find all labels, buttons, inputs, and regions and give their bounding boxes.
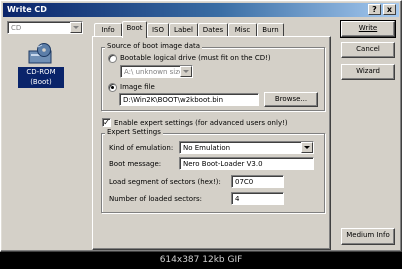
tab-info[interactable]: Info (94, 23, 122, 37)
drive-select-value: CD (11, 24, 22, 32)
emulation-label: Kind of emulation: (109, 144, 174, 152)
title-bar: Write CD ? x (3, 3, 399, 17)
loaded-sectors-label: Number of loaded sectors: (109, 195, 202, 203)
tab-burn[interactable]: Burn (257, 23, 284, 37)
boot-message-field[interactable]: Nero Boot-Loader V3.0 (179, 157, 314, 170)
image-path-field[interactable]: D:\Win2K\BOOT\w2kboot.bin (119, 93, 259, 106)
boot-message-label: Boot message: (109, 160, 162, 168)
chevron-down-icon[interactable] (301, 142, 313, 153)
emulation-value: No Emulation (183, 144, 231, 152)
emulation-select[interactable]: No Emulation (179, 141, 314, 154)
drive-combo-value: A:\ unknown size (124, 68, 184, 76)
device-label: CD-ROM (Boot) (18, 67, 64, 88)
radio-bootable-drive[interactable] (108, 54, 117, 63)
tab-label[interactable]: Label (169, 23, 198, 37)
medium-info-button[interactable]: Medium Info (341, 228, 395, 245)
drive-select[interactable]: CD (7, 21, 83, 34)
device-item[interactable]: CD-ROM (Boot) (18, 43, 74, 91)
image-file-label: Image file (120, 83, 155, 91)
loaded-sectors-field[interactable]: 4 (231, 192, 284, 205)
boot-message-value: Nero Boot-Loader V3.0 (183, 160, 263, 168)
image-path-value: D:\Win2K\BOOT\w2kboot.bin (123, 96, 224, 104)
cd-drive-icon (28, 43, 54, 65)
bootable-drive-label: Bootable logical drive (must fit on the … (120, 54, 271, 62)
radio-image-file[interactable] (108, 83, 117, 92)
tab-dates[interactable]: Dates (198, 23, 228, 37)
close-button[interactable]: x (383, 4, 396, 15)
image-caption: 614x387 12kb GIF (0, 252, 402, 269)
device-label-line2: (Boot) (30, 78, 52, 86)
chevron-down-icon[interactable] (70, 22, 82, 33)
tab-boot[interactable]: Boot (122, 21, 147, 38)
load-segment-label: Load segment of sectors (hex!): (109, 178, 221, 186)
chevron-down-icon[interactable] (180, 66, 192, 77)
boot-source-group-label: Source of boot image data (105, 42, 203, 51)
tab-misc[interactable]: Misc (228, 23, 257, 37)
expert-settings-group-label: Expert Settings (105, 128, 163, 137)
load-segment-field[interactable]: 07C0 (231, 175, 284, 188)
expert-settings-label: Enable expert settings (for advanced use… (114, 119, 288, 127)
loaded-sectors-value: 4 (235, 195, 240, 203)
window-title: Write CD (7, 5, 47, 14)
tab-iso[interactable]: ISO (147, 23, 169, 37)
write-button[interactable]: Write (340, 20, 396, 38)
help-button[interactable]: ? (368, 4, 381, 15)
wizard-button[interactable]: Wizard (341, 64, 395, 80)
expert-settings-checkbox[interactable]: ✓ (102, 118, 111, 127)
load-segment-value: 07C0 (235, 178, 254, 186)
write-cd-dialog: Write CD ? x CD CD-ROM (Boot) Info Boot … (0, 0, 402, 252)
browse-button[interactable]: Browse... (264, 92, 318, 107)
drive-combo[interactable]: A:\ unknown size (120, 65, 193, 78)
device-label-line1: CD-ROM (26, 68, 56, 76)
cancel-button[interactable]: Cancel (341, 42, 395, 58)
